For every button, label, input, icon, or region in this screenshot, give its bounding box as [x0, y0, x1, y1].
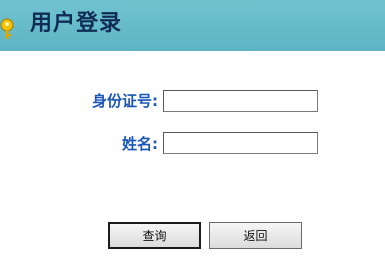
id-number-label: 身份证号: — [92, 92, 158, 110]
name-label: 姓名: — [122, 135, 158, 153]
key-icon — [0, 18, 16, 40]
query-button[interactable]: 查询 — [108, 222, 201, 249]
login-page: 用户登录 身份证号: 姓名: 查询 返回 — [0, 0, 385, 260]
page-title: 用户登录 — [30, 11, 123, 36]
header-bar: 用户登录 — [0, 0, 385, 51]
id-number-input[interactable] — [163, 90, 318, 112]
back-button[interactable]: 返回 — [209, 222, 302, 249]
name-input[interactable] — [163, 132, 318, 154]
